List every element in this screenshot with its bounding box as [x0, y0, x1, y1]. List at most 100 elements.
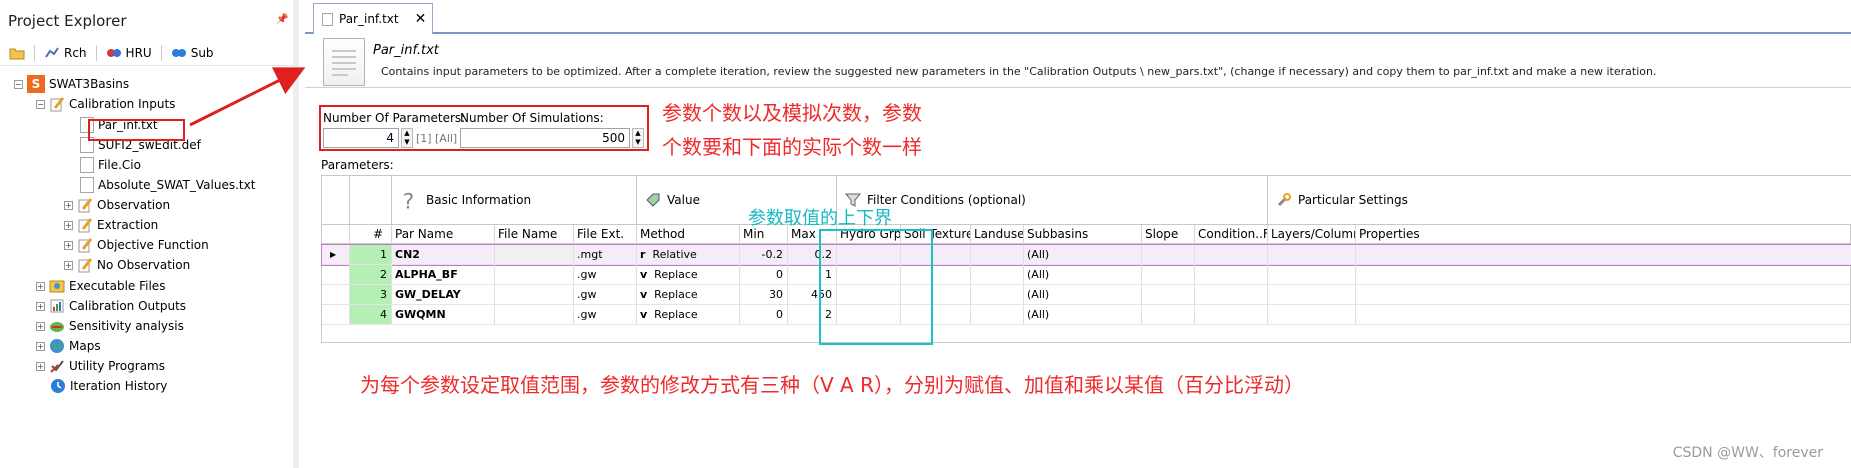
expand-icon[interactable]: + [64, 260, 73, 270]
table-row[interactable]: 4 GWQMN .gw v Replace 0 2 (All) [322, 305, 1851, 325]
num-params-input[interactable]: 4 [323, 128, 399, 148]
file-name-cell[interactable] [495, 265, 574, 284]
method-cell[interactable]: v Replace [637, 305, 740, 324]
tree-item-observation[interactable]: + Observation [64, 194, 170, 216]
pin-icon[interactable]: 📌 [276, 14, 288, 26]
expand-icon[interactable]: + [64, 220, 73, 230]
tree-item-calibration-outputs[interactable]: + Calibration Outputs [36, 295, 186, 317]
collapse-icon[interactable]: − [36, 99, 45, 109]
par-name-cell[interactable]: ALPHA_BF [392, 265, 495, 284]
subbasins-cell[interactable]: (All) [1024, 265, 1142, 284]
explorer-scrollbar[interactable] [293, 0, 299, 468]
file-name-cell[interactable] [495, 305, 574, 324]
tree-item-calibration-inputs[interactable]: − Calibration Inputs [36, 93, 175, 115]
hru-button[interactable]: HRU [103, 42, 155, 64]
par-name-cell[interactable]: GW_DELAY [392, 285, 495, 304]
file-name-cell[interactable] [495, 285, 574, 304]
method-cell[interactable]: v Replace [637, 265, 740, 284]
rch-icon [45, 46, 59, 58]
column-header-file-ext[interactable]: File Ext. [574, 225, 637, 244]
properties-cell[interactable] [1356, 245, 1851, 264]
open-folder-button[interactable] [6, 42, 28, 64]
column-header-file-name[interactable]: File Name [495, 225, 574, 244]
tab-par-inf[interactable]: Par_inf.txt ✕ [313, 3, 433, 34]
min-cell[interactable]: 0 [740, 265, 788, 284]
landuse-cell[interactable] [971, 285, 1024, 304]
num-params-spinner[interactable]: ▲ ▼ [401, 128, 413, 148]
column-header-index[interactable]: # [350, 225, 392, 244]
band-particular-settings: Particular Settings [1268, 176, 1851, 224]
landuse-cell[interactable] [971, 305, 1024, 324]
subbasins-cell[interactable]: (All) [1024, 285, 1142, 304]
properties-cell[interactable] [1356, 265, 1851, 284]
file-ext-cell[interactable]: .gw [574, 305, 637, 324]
expand-icon[interactable]: + [36, 301, 45, 311]
table-row[interactable]: ▶ 1 CN2 .mgt r Relative -0.2 0.2 (All) [321, 244, 1851, 266]
method-cell[interactable]: r Relative [637, 245, 740, 264]
tree-item-file-cio[interactable]: File.Cio [80, 154, 141, 176]
properties-cell[interactable] [1356, 305, 1851, 324]
layers-columns-cell[interactable] [1268, 285, 1356, 304]
par-name-cell[interactable]: CN2 [392, 245, 495, 264]
slope-cell[interactable] [1142, 285, 1195, 304]
expand-icon[interactable]: + [36, 281, 45, 291]
num-sims-input[interactable]: 500 [460, 128, 630, 148]
condition-filt-cell[interactable] [1195, 245, 1268, 264]
tree-item-extraction[interactable]: + Extraction [64, 214, 158, 236]
column-header-properties[interactable]: Properties [1356, 225, 1851, 244]
close-icon[interactable]: ✕ [415, 11, 427, 27]
column-header-par-name[interactable]: Par Name [392, 225, 495, 244]
collapse-icon[interactable]: − [14, 79, 23, 89]
par-name-cell[interactable]: GWQMN [392, 305, 495, 324]
condition-filt-cell[interactable] [1195, 265, 1268, 284]
layers-columns-cell[interactable] [1268, 305, 1356, 324]
set-one-button[interactable]: [1] [416, 132, 432, 145]
file-ext-cell[interactable]: .gw [574, 265, 637, 284]
tree-item-absolute-swat-values[interactable]: Absolute_SWAT_Values.txt [80, 174, 255, 196]
condition-filt-cell[interactable] [1195, 285, 1268, 304]
file-ext-cell[interactable]: .mgt [574, 245, 637, 264]
rch-button[interactable]: Rch [41, 42, 90, 64]
slope-cell[interactable] [1142, 305, 1195, 324]
column-header-slope[interactable]: Slope [1142, 225, 1195, 244]
properties-cell[interactable] [1356, 285, 1851, 304]
tree-item-executable-files[interactable]: + Executable Files [36, 275, 165, 297]
min-cell[interactable]: -0.2 [740, 245, 788, 264]
method-cell[interactable]: v Replace [637, 285, 740, 304]
sub-button[interactable]: Sub [168, 42, 217, 64]
expand-icon[interactable]: + [64, 200, 73, 210]
tree-item-swat3basins[interactable]: − S SWAT3Basins [14, 73, 129, 95]
tree-item-maps[interactable]: + Maps [36, 335, 101, 357]
landuse-cell[interactable] [971, 265, 1024, 284]
slope-cell[interactable] [1142, 245, 1195, 264]
min-cell[interactable]: 0 [740, 305, 788, 324]
column-header-subbasins[interactable]: Subbasins [1024, 225, 1142, 244]
expand-icon[interactable]: + [36, 321, 45, 331]
column-header-method[interactable]: Method [637, 225, 740, 244]
layers-columns-cell[interactable] [1268, 265, 1356, 284]
subbasins-cell[interactable]: (All) [1024, 245, 1142, 264]
condition-filt-cell[interactable] [1195, 305, 1268, 324]
tree-item-no-observation[interactable]: + No Observation [64, 254, 190, 276]
table-row[interactable]: 2 ALPHA_BF .gw v Replace 0 1 (All) [322, 265, 1851, 285]
file-ext-cell[interactable]: .gw [574, 285, 637, 304]
expand-icon[interactable]: + [64, 240, 73, 250]
expand-icon[interactable]: + [36, 361, 45, 371]
slope-cell[interactable] [1142, 265, 1195, 284]
column-header-landuse[interactable]: Landuse [971, 225, 1024, 244]
layers-columns-cell[interactable] [1268, 245, 1356, 264]
num-sims-spinner[interactable]: ▲ ▼ [632, 128, 644, 148]
tree-item-iteration-history[interactable]: Iteration History [50, 375, 167, 397]
expand-icon[interactable]: + [36, 341, 45, 351]
tree-item-objective-function[interactable]: + Objective Function [64, 234, 209, 256]
file-name-cell[interactable] [495, 245, 574, 264]
tree-item-sensitivity-analysis[interactable]: + Sensitivity analysis [36, 315, 184, 337]
column-header-condition-filt[interactable]: Condition..Filt [1195, 225, 1268, 244]
landuse-cell[interactable] [971, 245, 1024, 264]
column-header-layers-columns[interactable]: Layers/Columns [1268, 225, 1356, 244]
min-cell[interactable]: 30 [740, 285, 788, 304]
tree-item-utility-programs[interactable]: + Utility Programs [36, 355, 165, 377]
table-row[interactable]: 3 GW_DELAY .gw v Replace 30 450 (All) [322, 285, 1851, 305]
subbasins-cell[interactable]: (All) [1024, 305, 1142, 324]
set-all-button[interactable]: [All] [435, 132, 457, 145]
